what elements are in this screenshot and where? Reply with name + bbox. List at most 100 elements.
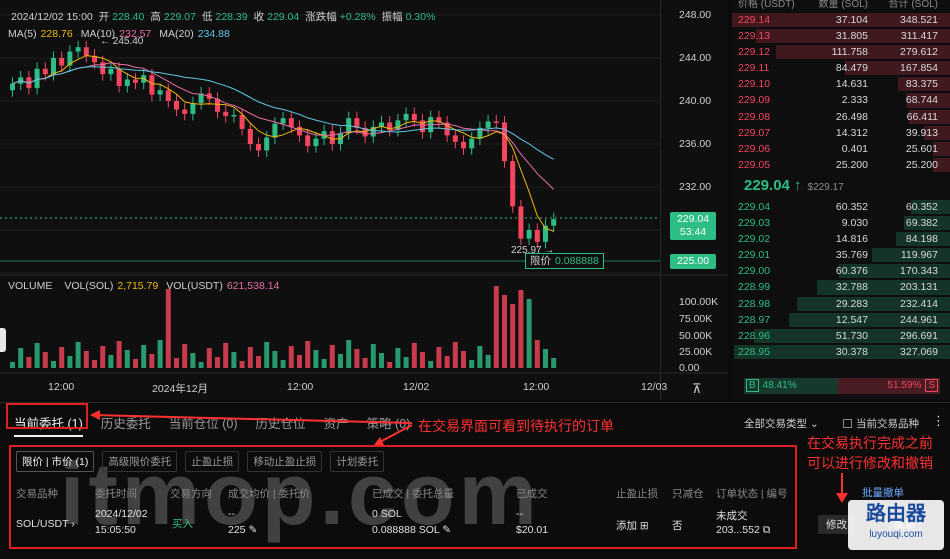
bid-row[interactable]: 228.95 30.378 327.069	[732, 344, 950, 360]
candle-body	[313, 138, 319, 147]
legend-value: 229.07	[163, 11, 196, 23]
order-reduce-only: 否	[672, 520, 683, 532]
ask-list: 229.14 37.104 348.521 229.13 31.805 311.417 22…	[732, 12, 950, 173]
candle-body	[403, 113, 409, 121]
more-icon[interactable]: ⋮	[932, 413, 945, 429]
ask-total: 39.913	[905, 126, 938, 139]
ask-price: 229.07	[738, 126, 771, 139]
legend-key: MA(5)	[8, 28, 37, 40]
y-tick: 248.00	[679, 9, 712, 21]
kline-chart[interactable]: 2024/12/02 15:00 开 228.40 高 229.07 低 228.39 收 22…	[0, 0, 728, 400]
bid-row[interactable]: 229.04 60.352 60.352	[732, 199, 950, 215]
bid-total: 170.343	[900, 265, 938, 278]
add-tpsl-button[interactable]: 添加 ⊞	[616, 518, 649, 533]
x-tick: 2024年12月	[152, 383, 209, 395]
volume-bar	[264, 342, 270, 368]
order-id[interactable]: 203...552 ⧉	[716, 524, 770, 537]
bid-qty: 32.788	[835, 281, 868, 294]
volume-bar	[75, 342, 81, 368]
subtab-trailing[interactable]: 移动止盈止损	[247, 451, 323, 472]
only-current-pair-checkbox[interactable]: 当前交易品种	[843, 416, 919, 431]
bid-price: 229.00	[738, 265, 771, 278]
bid-row[interactable]: 228.96 51.730 296.691	[732, 328, 950, 344]
candle-body	[149, 75, 155, 95]
col-side: 交易方向	[170, 488, 212, 500]
candle-body	[133, 79, 138, 83]
reset-scale-icon[interactable]: ⊼	[692, 381, 702, 397]
orders-panel: itmop.com 当前委托 (1) 历史委托 当前仓位 (0) 历史仓位 资产…	[0, 402, 950, 559]
ask-row[interactable]: 229.08 26.498 66.411	[732, 109, 950, 125]
ask-row[interactable]: 229.10 14.631 83.375	[732, 76, 950, 92]
order-price-value: 225	[228, 524, 246, 536]
x-tick: 12/03	[641, 381, 668, 393]
limit-price-tag: 225.00	[670, 254, 716, 269]
ask-row[interactable]: 229.07 14.312 39.913	[732, 125, 950, 141]
volume-bar	[231, 352, 237, 368]
annotation-modify-cancel: 在交易执行完成之前 可以进行修改和撤销	[807, 433, 933, 473]
legend-key: 振幅	[381, 11, 403, 23]
ask-row[interactable]: 229.13 31.805 311.417	[732, 28, 950, 44]
volume-bar	[18, 348, 24, 368]
volume-bar	[280, 360, 286, 368]
volume-bar	[51, 361, 56, 368]
volume-bar	[100, 346, 106, 368]
candle-body	[174, 101, 179, 110]
collapse-handle[interactable]	[0, 328, 6, 352]
subtab-advanced-limit[interactable]: 高级限价委托	[102, 451, 178, 472]
candle-body	[157, 90, 163, 95]
volume-bar	[428, 361, 434, 368]
order-symbol[interactable]: SOL/USDT ›	[16, 518, 75, 530]
bid-row[interactable]: 229.03 9.030 69.382	[732, 215, 950, 231]
bid-row[interactable]: 228.97 12.547 244.961	[732, 312, 950, 328]
vol-legend-item: VOL(USDT) 621,538.14	[166, 280, 283, 292]
bid-price: 228.96	[738, 329, 771, 342]
ask-row[interactable]: 229.12 111.758 279.612	[732, 44, 950, 60]
bid-row[interactable]: 229.02 14.816 84.198	[732, 231, 950, 247]
y-tick: 240.00	[679, 95, 712, 107]
price-axis[interactable]: 248.00 244.00 240.00 236.00 232.00 100.0…	[660, 0, 728, 400]
volume-bar	[370, 344, 376, 368]
order-price[interactable]: 225 ✎	[228, 524, 257, 536]
volume-bar	[534, 340, 540, 368]
buy-ratio: B 48.41%	[744, 378, 839, 394]
vol-legend-item: VOL(SOL) 2,715.79	[64, 280, 162, 292]
volume-bar	[149, 354, 155, 368]
ask-row[interactable]: 229.09 2.333 68.744	[732, 92, 950, 108]
ask-price: 229.05	[738, 158, 771, 171]
order-book-header: 价格 (USDT) 数量 (SOL) 合计 (SOL)	[732, 0, 950, 12]
last-price: 229.04 ↑ $229.17	[732, 173, 950, 199]
bid-qty: 9.030	[841, 217, 868, 230]
legend-key: MA(20)	[159, 28, 194, 40]
limit-order-marker[interactable]: 限价 0.088888	[525, 253, 604, 269]
ask-qty: 2.333	[841, 94, 868, 107]
candle-body	[215, 98, 220, 112]
ask-row[interactable]: 229.11 84.479 167.854	[732, 60, 950, 76]
ask-qty: 37.104	[835, 14, 868, 26]
volume-bar	[256, 356, 261, 368]
bid-price: 228.99	[738, 281, 771, 294]
volume-bar	[223, 343, 229, 368]
bid-row[interactable]: 229.00 60.376 170.343	[732, 263, 950, 279]
ask-row[interactable]: 229.06 0.401 25.601	[732, 141, 950, 157]
ask-row[interactable]: 229.14 37.104 348.521	[732, 12, 950, 28]
bid-row[interactable]: 229.01 35.769 119.967	[732, 247, 950, 263]
batch-cancel-button[interactable]: 批量撤单	[862, 485, 904, 500]
order-total[interactable]: 0.088888 SOL ✎	[372, 524, 451, 536]
bid-row[interactable]: 228.99 32.788 203.131	[732, 279, 950, 295]
volume-bar	[329, 345, 335, 368]
subtab-trigger[interactable]: 计划委托	[330, 451, 385, 472]
col-symbol[interactable]: 交易品种	[16, 486, 58, 501]
bid-total: 244.961	[900, 313, 938, 326]
volume-bar	[493, 286, 499, 368]
legend-key: VOL(SOL)	[64, 280, 114, 292]
subtab-limit-market[interactable]: 限价 | 市价 (1)	[16, 451, 95, 472]
volume-bar	[510, 304, 516, 368]
ask-row[interactable]: 229.05 25.200 25.200	[732, 157, 950, 173]
subtab-tpsl[interactable]: 止盈止损	[185, 451, 240, 472]
x-tick: 12/02	[403, 381, 430, 393]
order-filled2: --	[516, 508, 523, 520]
bid-row[interactable]: 228.98 29.283 232.414	[732, 296, 950, 312]
volume-bar	[444, 356, 450, 368]
trade-type-filter[interactable]: 全部交易类型 ⌄	[744, 416, 819, 431]
candlestick-svg[interactable]	[0, 0, 728, 400]
